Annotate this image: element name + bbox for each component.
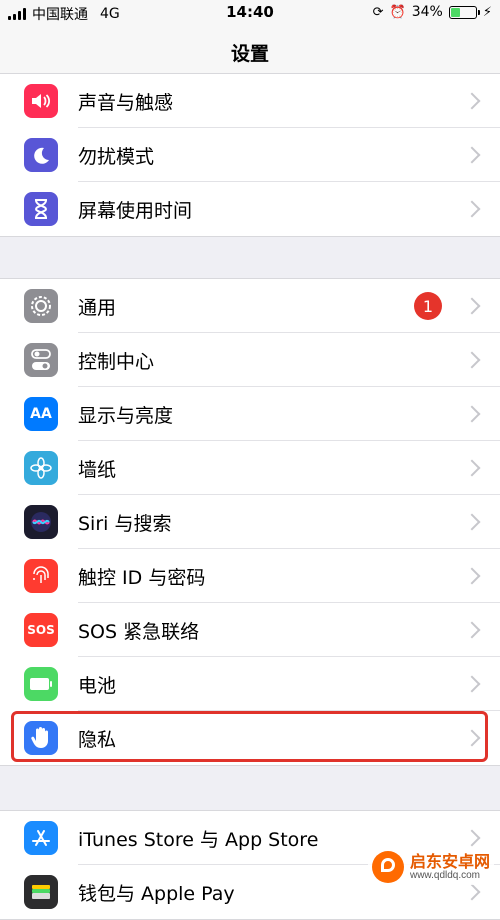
row-label: 屏幕使用时间 xyxy=(78,199,193,222)
speaker-icon xyxy=(24,84,58,118)
chevron-right-icon xyxy=(463,729,481,747)
status-bar: 中国联通 4G 14:40 ⟳ ⏰ 34% ⚡ xyxy=(0,0,500,26)
watermark-name: 启东安卓网 xyxy=(409,851,490,871)
battery-percent: 34% xyxy=(411,4,443,20)
settings-row-dnd[interactable]: 勿扰模式 xyxy=(0,128,500,182)
row-label: Siri 与搜索 xyxy=(78,512,172,535)
chevron-right-icon xyxy=(463,405,481,423)
chevron-right-icon xyxy=(463,146,481,164)
chevron-right-icon xyxy=(463,513,481,531)
status-right: ⟳ ⏰ 34% ⚡ xyxy=(373,4,492,20)
battery-indicator-icon xyxy=(448,5,480,19)
settings-group-1: 声音与触感 勿扰模式 屏幕使用时间 xyxy=(0,73,500,237)
settings-row-display[interactable]: AA 显示与亮度 xyxy=(0,387,500,441)
row-label: 隐私 xyxy=(78,728,117,751)
chevron-right-icon xyxy=(463,567,481,585)
row-label: 钱包与 Apple Pay xyxy=(78,882,235,905)
settings-row-privacy[interactable]: 隐私 xyxy=(0,711,500,765)
chevron-right-icon xyxy=(463,459,481,477)
settings-row-screen-time[interactable]: 屏幕使用时间 xyxy=(0,182,500,236)
settings-row-wallpaper[interactable]: 墙纸 xyxy=(0,441,500,495)
row-label: 显示与亮度 xyxy=(78,404,174,427)
toggles-icon xyxy=(24,343,58,377)
row-label: 通用 xyxy=(78,296,117,319)
watermark-logo-icon xyxy=(371,851,404,883)
chevron-right-icon xyxy=(463,675,481,693)
row-label: 电池 xyxy=(78,674,117,697)
siri-icon xyxy=(24,505,58,539)
watermark-text: 启东安卓网 www.qdldq.com xyxy=(410,853,490,882)
wallet-icon xyxy=(24,875,58,909)
hand-icon xyxy=(24,721,58,755)
sos-icon: SOS xyxy=(24,613,58,647)
moon-icon xyxy=(24,138,58,172)
navigation-bar: 设置 xyxy=(0,26,500,79)
settings-row-touch-id[interactable]: 触控 ID 与密码 xyxy=(0,549,500,603)
row-label: iTunes Store 与 App Store xyxy=(78,828,319,851)
hourglass-icon xyxy=(24,192,58,226)
notification-badge: 1 xyxy=(414,292,442,320)
settings-group-2: 通用 1 控制中心 AA 显示与亮度 墙纸 Siri 与搜索 触控 ID 与密码… xyxy=(0,278,500,766)
rotation-lock-icon: ⟳ xyxy=(372,4,384,20)
fingerprint-icon xyxy=(24,559,58,593)
settings-row-general[interactable]: 通用 1 xyxy=(0,279,500,333)
row-label: 勿扰模式 xyxy=(78,145,155,168)
app-store-icon xyxy=(24,821,58,855)
settings-row-siri[interactable]: Siri 与搜索 xyxy=(0,495,500,549)
chevron-right-icon xyxy=(463,829,481,847)
row-label: SOS 紧急联络 xyxy=(78,620,200,643)
chevron-right-icon xyxy=(463,621,481,639)
row-label: 声音与触感 xyxy=(78,91,174,114)
row-label: 控制中心 xyxy=(78,350,155,373)
chevron-right-icon xyxy=(463,92,481,110)
chevron-right-icon xyxy=(463,351,481,369)
chevron-right-icon xyxy=(463,883,481,901)
gear-icon xyxy=(24,289,58,323)
settings-row-sounds[interactable]: 声音与触感 xyxy=(0,74,500,128)
row-label: 墙纸 xyxy=(78,458,117,481)
settings-row-control-center[interactable]: 控制中心 xyxy=(0,333,500,387)
watermark: 启东安卓网 www.qdldq.com xyxy=(367,849,494,885)
battery-icon xyxy=(24,667,58,701)
page-title: 设置 xyxy=(230,42,269,65)
flower-icon xyxy=(24,451,58,485)
alarm-icon: ⏰ xyxy=(389,4,406,20)
text-size-icon: AA xyxy=(24,397,58,431)
watermark-url: www.qdldq.com xyxy=(409,870,481,882)
settings-row-battery[interactable]: 电池 xyxy=(0,657,500,711)
chevron-right-icon xyxy=(463,200,481,218)
settings-row-sos[interactable]: SOS SOS 紧急联络 xyxy=(0,603,500,657)
charging-icon: ⚡ xyxy=(482,4,492,20)
chevron-right-icon xyxy=(463,297,481,315)
row-label: 触控 ID 与密码 xyxy=(78,566,206,589)
